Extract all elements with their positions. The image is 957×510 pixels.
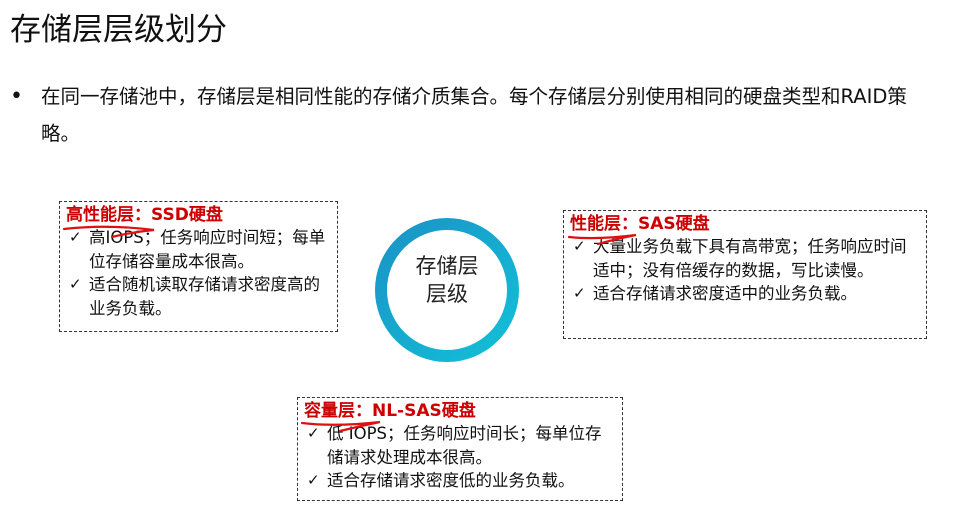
tier-item: ✓ 适合存储请求密度适中的业务负载。 (570, 282, 920, 306)
tier-list-capacity: ✓ 低 IOPS；任务响应时间长；每单位存储请求处理成本很高。 ✓ 适合存储请求… (304, 422, 616, 493)
tier-box-capacity: 容量层：NL-SAS硬盘 ✓ 低 IOPS；任务响应时间长；每单位存储请求处理成… (297, 397, 623, 501)
tier-item-text: 大量业务负载下具有高带宽；任务响应时间适中；没有倍缓存的数据，写比读慢。 (593, 237, 907, 280)
center-label: 存储层 层级 (391, 252, 503, 308)
intro-text: 在同一存储池中，存储层是相同性能的存储介质集合。每个存储层分别使用相同的硬盘类型… (41, 85, 907, 145)
tier-list-performance: ✓ 大量业务负载下具有高带宽；任务响应时间适中；没有倍缓存的数据，写比读慢。 ✓… (570, 235, 920, 306)
check-icon: ✓ (573, 284, 586, 302)
tier-item: ✓ 大量业务负载下具有高带宽；任务响应时间适中；没有倍缓存的数据，写比读慢。 (570, 235, 920, 282)
page-title: 存储层层级划分 (10, 12, 227, 48)
tier-title-capacity: 容量层：NL-SAS硬盘 (304, 401, 476, 421)
check-icon: ✓ (573, 237, 586, 255)
check-icon: ✓ (69, 228, 82, 246)
tier-list-high-performance: ✓ 高IOPS；任务响应时间短；每单位存储容量成本很高。 ✓ 适合随机读取存储请… (66, 226, 331, 320)
check-icon: ✓ (69, 275, 82, 293)
tier-box-high-performance: 高性能层：SSD硬盘 ✓ 高IOPS；任务响应时间短；每单位存储容量成本很高。 … (59, 201, 338, 332)
intro-bullet: • 在同一存储池中，存储层是相同性能的存储介质集合。每个存储层分别使用相同的硬盘… (10, 78, 940, 152)
check-icon: ✓ (307, 424, 320, 442)
check-icon: ✓ (307, 471, 320, 489)
tier-item: ✓ 低 IOPS；任务响应时间长；每单位存储请求处理成本很高。 (304, 422, 616, 469)
tier-item-text: 适合随机读取存储请求密度高的业务负载。 (89, 275, 320, 318)
tier-item: ✓ 高IOPS；任务响应时间短；每单位存储容量成本很高。 (66, 226, 331, 273)
tier-item: ✓ 适合随机读取存储请求密度高的业务负载。 (66, 273, 331, 320)
tier-box-performance: 性能层：SAS硬盘 ✓ 大量业务负载下具有高带宽；任务响应时间适中；没有倍缓存的… (563, 210, 927, 339)
tier-item-text: 适合存储请求密度适中的业务负载。 (593, 284, 857, 303)
bullet-icon: • (10, 84, 23, 109)
tier-item-text: 低 IOPS；任务响应时间长；每单位存储请求处理成本很高。 (327, 424, 602, 467)
tier-item-text: 高IOPS；任务响应时间短；每单位存储容量成本很高。 (89, 228, 326, 271)
center-label-line1: 存储层 (415, 254, 479, 278)
tier-item: ✓ 适合存储请求密度低的业务负载。 (304, 469, 616, 493)
center-label-line2: 层级 (426, 282, 468, 306)
tier-item-text: 适合存储请求密度低的业务负载。 (327, 471, 575, 490)
tier-title-high-performance: 高性能层：SSD硬盘 (66, 205, 223, 225)
tier-title-performance: 性能层：SAS硬盘 (570, 214, 710, 234)
